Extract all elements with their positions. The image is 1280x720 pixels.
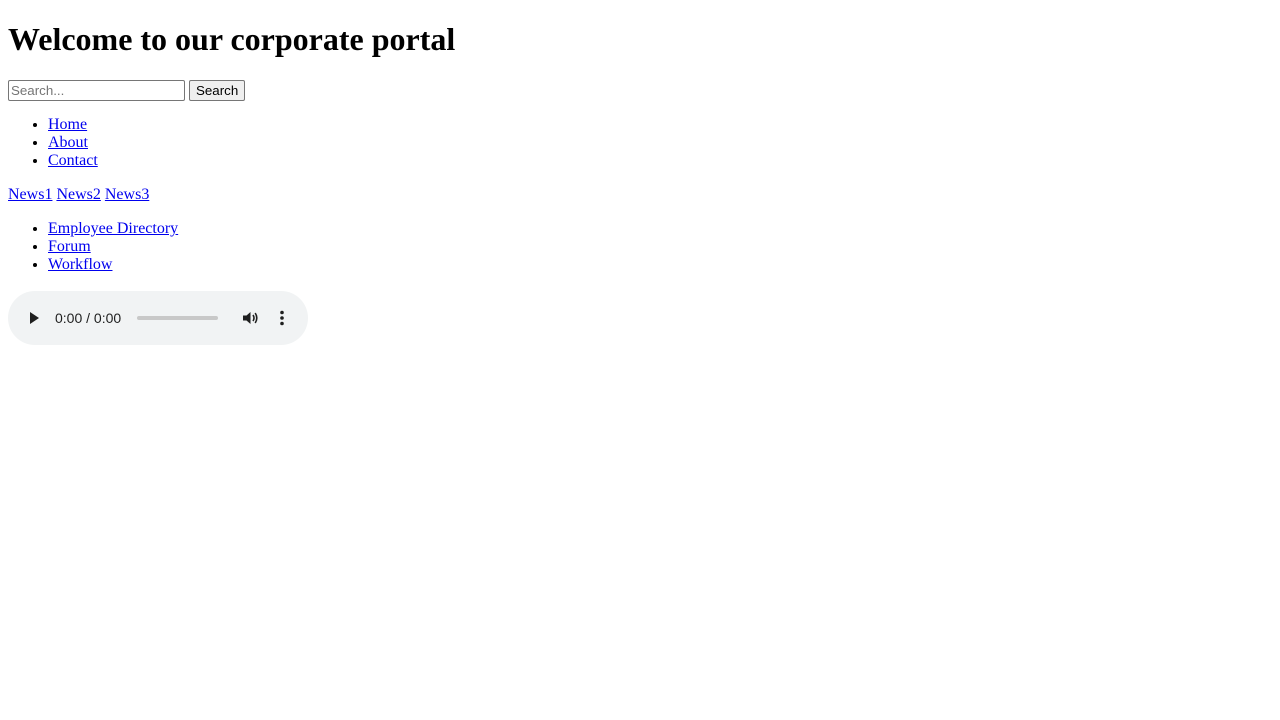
nav-item-contact: Contact bbox=[48, 152, 98, 170]
search-button[interactable]: Search bbox=[189, 80, 246, 101]
page-title: Welcome to our corporate portal bbox=[8, 21, 456, 57]
nav-link-contact[interactable]: Contact bbox=[48, 152, 98, 169]
search-input[interactable] bbox=[8, 80, 185, 101]
tools-item-employee-directory: Employee Directory bbox=[48, 220, 178, 238]
nav-item-home: Home bbox=[48, 116, 98, 134]
main-nav: Home About Contact bbox=[8, 116, 98, 170]
audio-progress-slider[interactable] bbox=[137, 316, 218, 320]
play-icon[interactable] bbox=[26, 310, 42, 326]
tools-item-workflow: Workflow bbox=[48, 256, 178, 274]
forum-link[interactable]: Forum bbox=[48, 238, 91, 255]
more-options-icon[interactable] bbox=[272, 308, 292, 328]
news-link-1[interactable]: News1 bbox=[8, 186, 52, 203]
tools-item-forum: Forum bbox=[48, 238, 178, 256]
news-links: News1 News2 News3 bbox=[8, 186, 149, 204]
tools-nav: Employee Directory Forum Workflow bbox=[8, 220, 178, 274]
audio-player: 0:00 / 0:00 bbox=[8, 291, 308, 345]
audio-time-display: 0:00 / 0:00 bbox=[55, 310, 122, 326]
search-form: Search bbox=[8, 80, 246, 101]
nav-link-home[interactable]: Home bbox=[48, 116, 87, 133]
employee-directory-link[interactable]: Employee Directory bbox=[48, 220, 178, 237]
workflow-link[interactable]: Workflow bbox=[48, 256, 112, 273]
news-link-3[interactable]: News3 bbox=[105, 186, 149, 203]
page: Welcome to our corporate portal Search H… bbox=[0, 0, 1280, 720]
nav-item-about: About bbox=[48, 134, 98, 152]
volume-icon[interactable] bbox=[241, 309, 259, 327]
nav-link-about[interactable]: About bbox=[48, 134, 88, 151]
news-link-2[interactable]: News2 bbox=[56, 186, 100, 203]
